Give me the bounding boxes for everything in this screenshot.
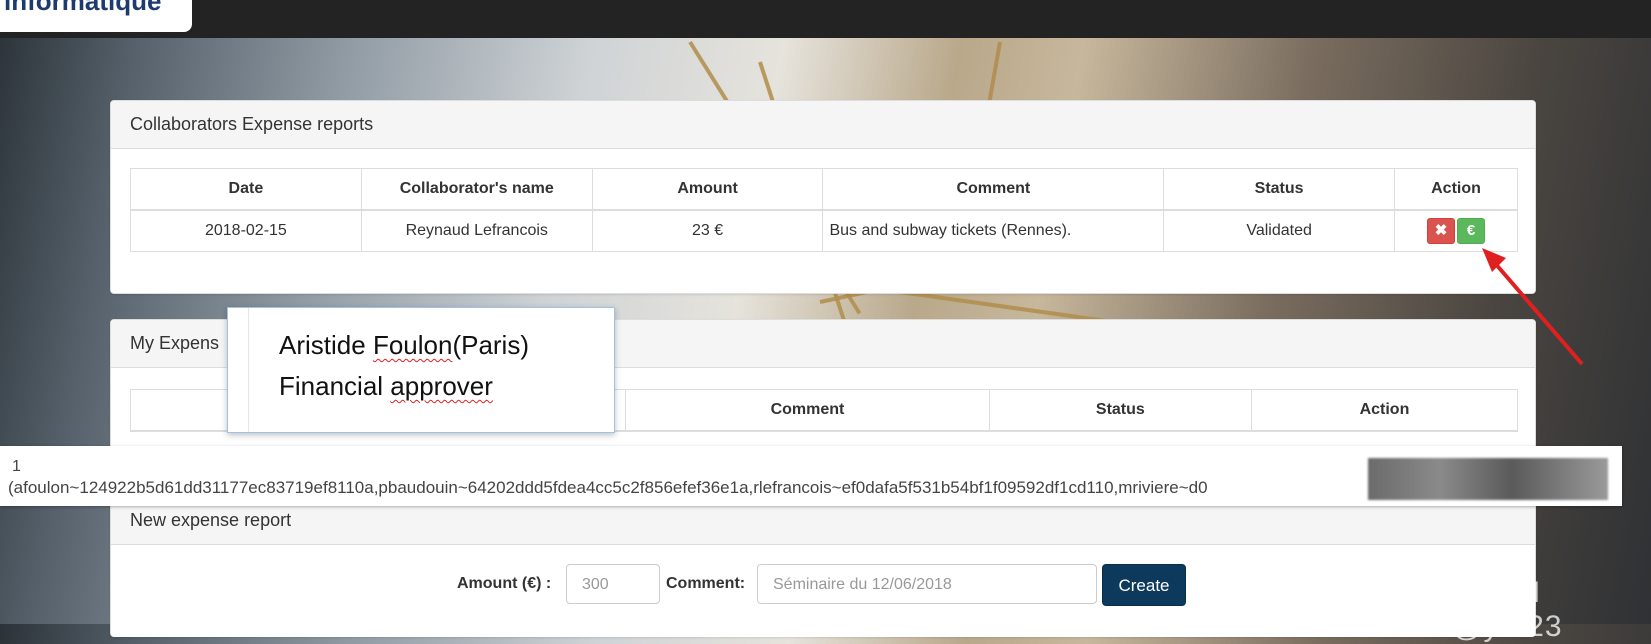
watermark: CSDN @y%23 xyxy=(1452,576,1563,643)
annotation-arrow xyxy=(1482,248,1584,366)
